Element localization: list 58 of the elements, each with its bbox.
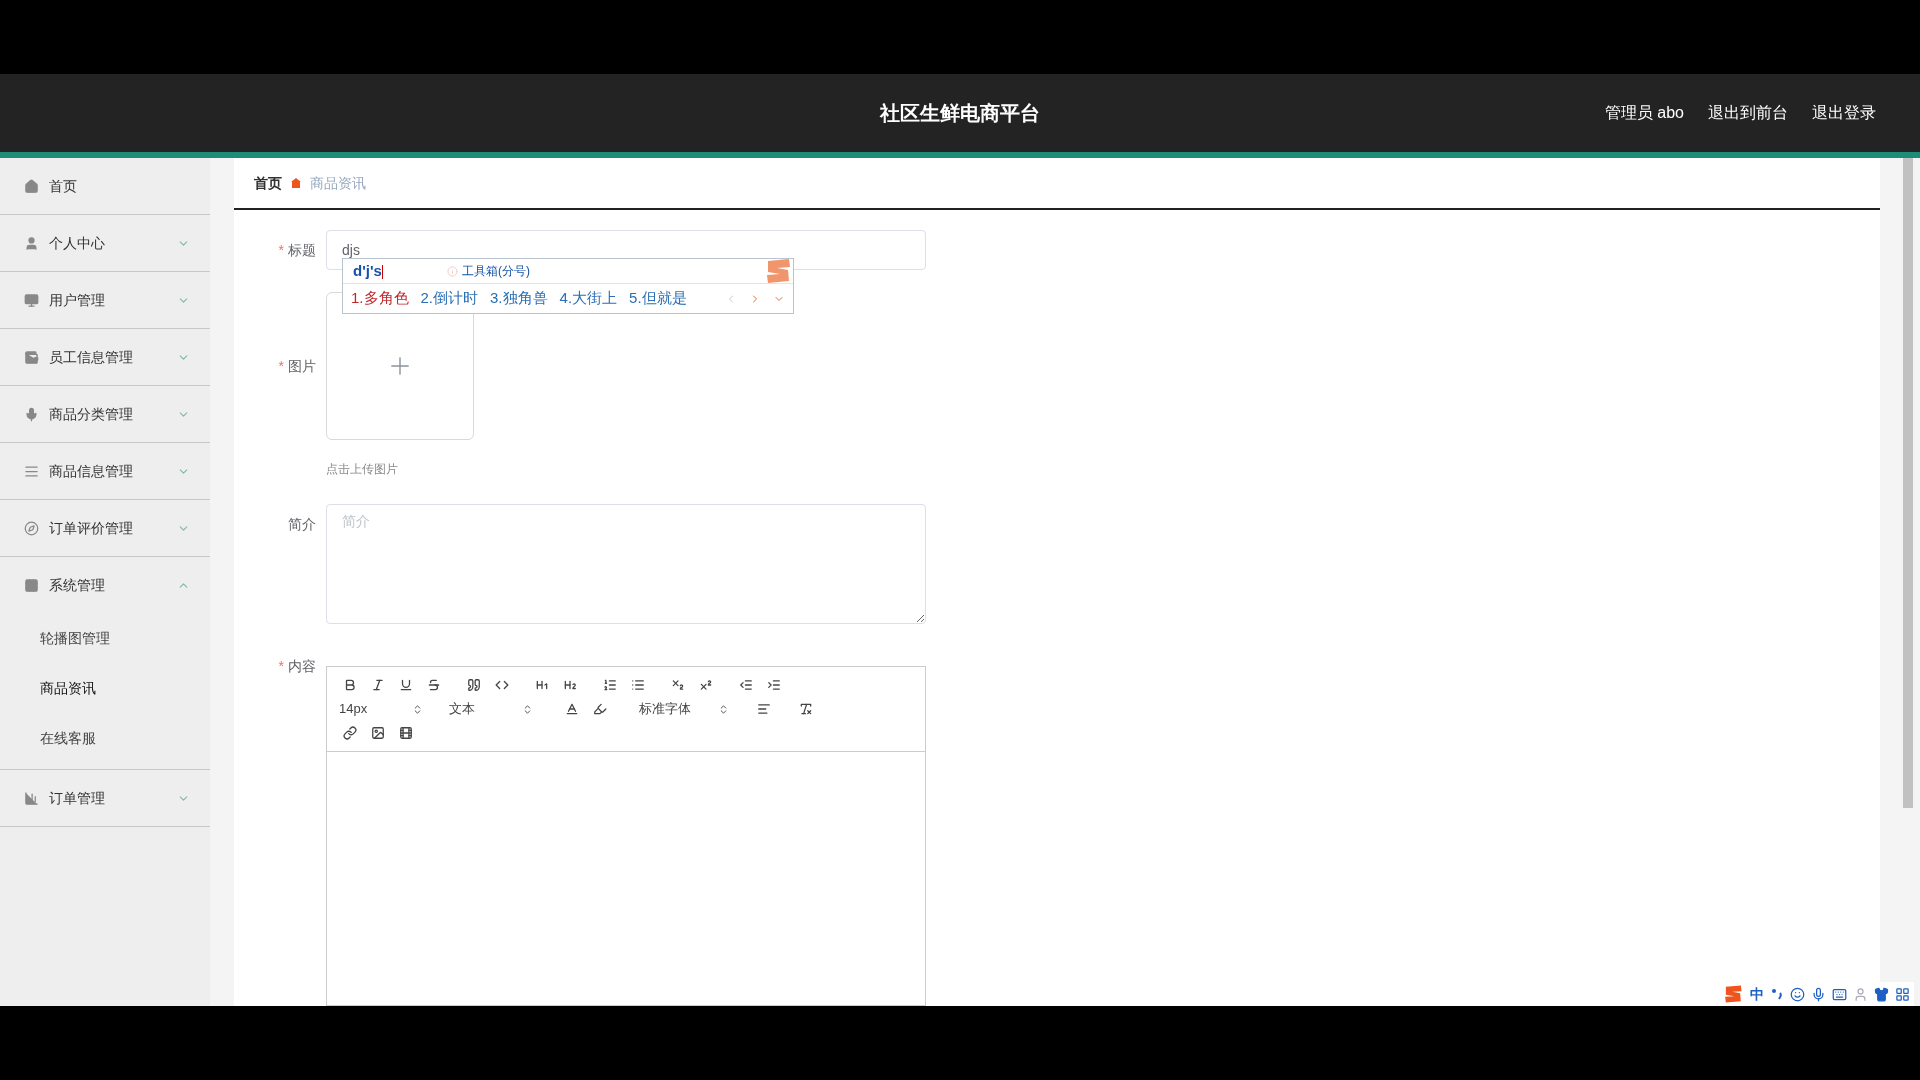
microphone-icon[interactable]	[1811, 986, 1826, 1002]
ime-candidate[interactable]: 4.大街上	[559, 287, 618, 310]
breadcrumb-current: 商品资讯	[310, 173, 366, 193]
keyboard-icon[interactable]	[1832, 986, 1847, 1002]
required-mark: *	[278, 356, 284, 376]
sidebar-item[interactable]: 首页	[0, 158, 210, 214]
summary-textarea[interactable]: 简介	[326, 504, 926, 624]
house-icon	[290, 177, 302, 189]
dropdown-arrows-icon	[718, 703, 729, 715]
shirt-icon[interactable]	[1874, 986, 1889, 1002]
submenu-item[interactable]: 商品资讯	[0, 663, 210, 713]
header-link[interactable]: 退出到前台	[1708, 101, 1788, 125]
field-label: 图片	[288, 356, 316, 376]
heading-select[interactable]: 文本	[449, 699, 537, 719]
required-mark: *	[278, 240, 284, 260]
info-icon	[447, 265, 458, 277]
sidebar-item[interactable]: 订单评价管理	[0, 500, 210, 556]
menu-icon	[24, 178, 39, 194]
sidebar-item[interactable]: 用户管理	[0, 272, 210, 328]
sidebar-item[interactable]: 员工信息管理	[0, 329, 210, 385]
sidebar-item[interactable]: 商品信息管理	[0, 443, 210, 499]
submenu-item[interactable]: 在线客服	[0, 713, 210, 763]
font-family-select[interactable]: 标准字体	[639, 699, 733, 719]
dropdown-arrows-icon	[522, 703, 533, 715]
font-size-select[interactable]: 14px	[339, 699, 427, 719]
upload-hint: 点击上传图片	[326, 462, 398, 476]
menu-icon	[24, 235, 39, 251]
sidebar-item[interactable]: 系统管理	[0, 557, 210, 613]
menu-icon	[24, 790, 39, 806]
field-label: 简介	[288, 515, 316, 534]
ime-candidate[interactable]: 1.多角色	[351, 287, 409, 310]
dropdown-arrows-icon	[412, 703, 423, 715]
ime-logo-icon	[1722, 984, 1744, 1004]
menu-icon	[24, 349, 39, 365]
ime-candidate[interactable]: 3.独角兽	[490, 287, 548, 310]
emoji-icon[interactable]	[1790, 986, 1805, 1002]
sidebar-item[interactable]: 个人中心	[0, 215, 210, 271]
header-link[interactable]: 退出登录	[1812, 101, 1876, 125]
field-label: 内容	[288, 657, 316, 676]
punctuation-icon[interactable]	[1770, 987, 1784, 1001]
breadcrumb-link[interactable]: 首页	[254, 172, 282, 194]
required-mark: *	[278, 657, 284, 676]
field-label: 标题	[288, 240, 316, 260]
menu-icon	[24, 463, 39, 479]
menu-icon	[24, 406, 39, 422]
menu-icon	[24, 520, 39, 536]
sidebar-item[interactable]: 商品分类管理	[0, 386, 210, 442]
submenu-item[interactable]: 轮播图管理	[0, 613, 210, 663]
site-title: 社区生鲜电商平台	[880, 101, 1040, 126]
header-link[interactable]: 管理员 abo	[1604, 101, 1684, 125]
menu-icon	[24, 577, 39, 593]
input-mode[interactable]: 中	[1750, 983, 1764, 1005]
scrollbar-thumb[interactable]	[1903, 158, 1913, 808]
grid-icon[interactable]	[1895, 986, 1910, 1002]
menu-icon	[24, 292, 39, 308]
sidebar-item[interactable]: 订单管理	[0, 770, 210, 826]
ime-candidate[interactable]: 5.但就是	[629, 287, 687, 310]
ime-candidate[interactable]: 2.倒计时	[420, 287, 479, 310]
